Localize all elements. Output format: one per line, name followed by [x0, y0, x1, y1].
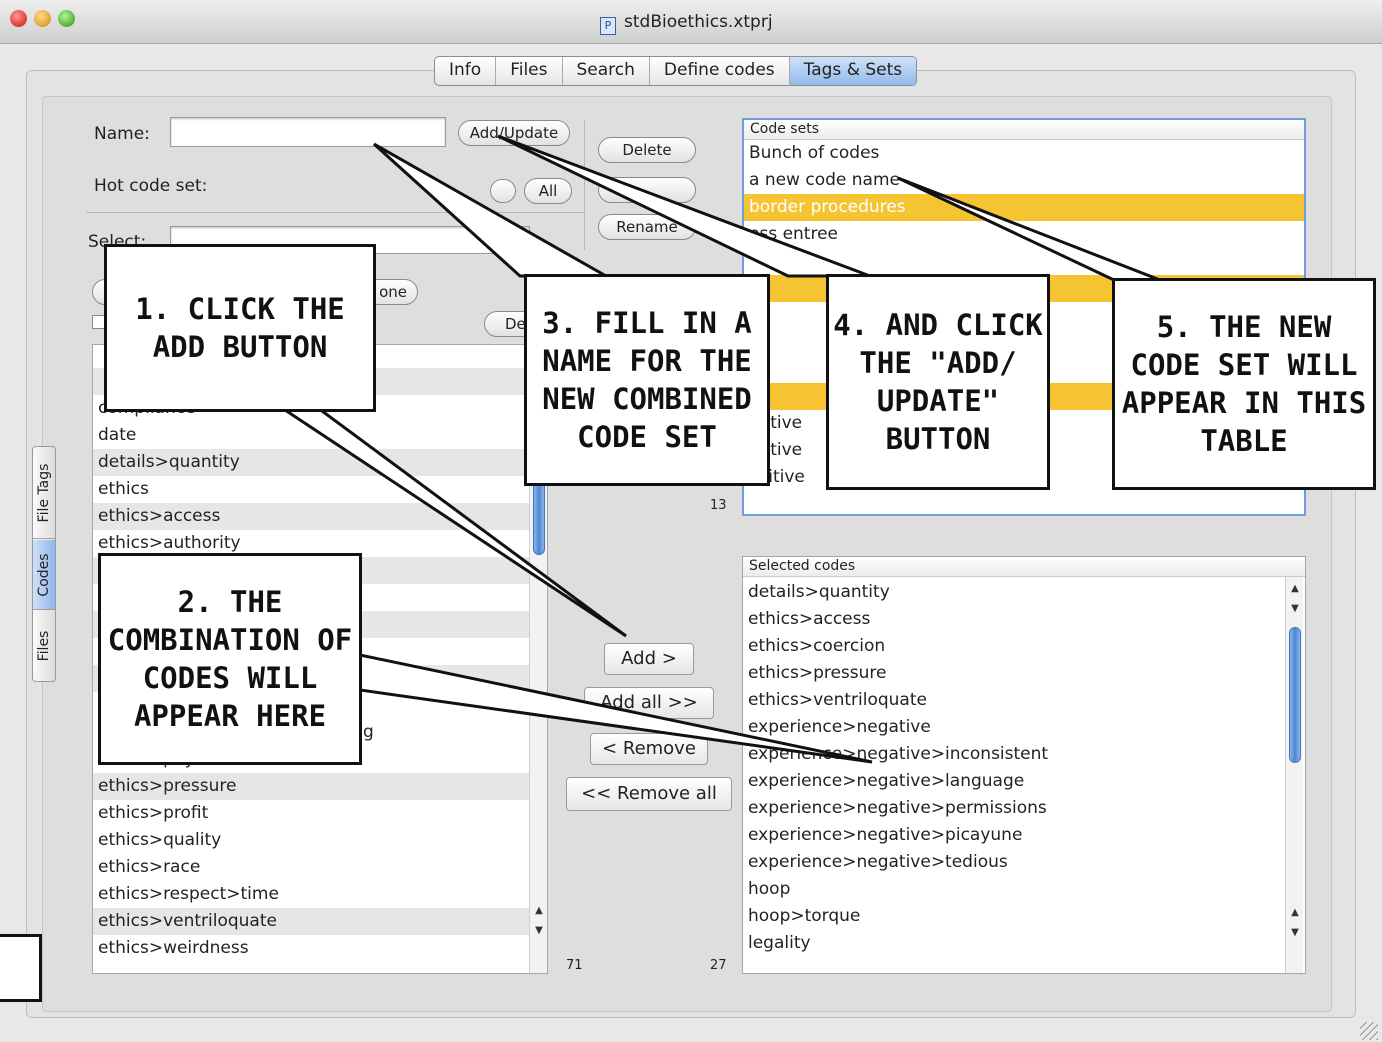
rename-button[interactable]: Rename: [598, 214, 696, 240]
table-row[interactable]: details>quantity: [743, 579, 1283, 606]
side-tab-codes-label: Codes: [36, 552, 52, 597]
table-row[interactable]: experience>negative>picayune: [743, 822, 1283, 849]
remove-all-button[interactable]: << Remove all: [566, 777, 732, 811]
tab-bar: Info Files Search Define codes Tags & Se…: [434, 56, 918, 86]
selected-codes-rows: details>quantity ethics>access ethics>co…: [743, 579, 1283, 957]
table-row[interactable]: [744, 248, 1304, 275]
scroll-up-icon[interactable]: ▲: [1286, 907, 1304, 923]
callout-3-text: 3. FILL IN A NAME FOR THE NEW COMBINED C…: [542, 306, 752, 454]
table-row[interactable]: hoop>torque: [743, 903, 1283, 930]
table-row[interactable]: experience>negative>permissions: [743, 795, 1283, 822]
callout-2-text: 2. THE COMBINATION OF CODES WILL APPEAR …: [107, 585, 353, 733]
callout-fragment: [0, 934, 42, 1002]
callout-4: 4. AND CLICK THE "ADD/ UPDATE" BUTTON: [826, 274, 1050, 490]
code-sets-count: 13: [710, 498, 727, 513]
scroll-thumb[interactable]: [1289, 627, 1301, 763]
add-update-button[interactable]: Add/Update: [458, 120, 570, 146]
table-row[interactable]: ethics>ventriloquate: [93, 908, 529, 935]
code-sets-header: Code sets: [744, 120, 1304, 140]
scroll-thumb[interactable]: [533, 475, 545, 555]
callout-2: 2. THE COMBINATION OF CODES WILL APPEAR …: [98, 553, 362, 765]
divider-vertical: [584, 120, 585, 250]
side-tab-files-label: Files: [36, 630, 52, 662]
clear-hot-set-button[interactable]: [490, 179, 516, 203]
table-row[interactable]: ethics>access: [93, 503, 529, 530]
table-row[interactable]: legality: [743, 930, 1283, 957]
selected-codes-header: Selected codes: [743, 557, 1305, 577]
scroll-down-icon[interactable]: ▼: [1286, 927, 1304, 943]
table-row[interactable]: ethics>pressure: [93, 773, 529, 800]
table-row[interactable]: hoop: [743, 876, 1283, 903]
table-row[interactable]: ethics>weirdness: [93, 935, 529, 962]
side-tab-bar: File Tags Codes Files: [32, 446, 56, 682]
table-row[interactable]: Bunch of codes: [744, 140, 1304, 167]
table-row[interactable]: ethics>ventriloquate: [743, 687, 1283, 714]
title-bar: PstdBioethics.xtprj: [0, 0, 1382, 44]
selected-codes-count: 27: [710, 958, 727, 973]
side-tab-codes[interactable]: Codes: [33, 540, 55, 610]
all-button[interactable]: All: [524, 178, 572, 204]
scroll-up-icon[interactable]: ▲: [530, 905, 547, 921]
tab-tags-sets[interactable]: Tags & Sets: [789, 57, 917, 85]
remove-button[interactable]: < Remove: [590, 733, 708, 765]
window-title: PstdBioethics.xtprj: [600, 12, 773, 35]
tab-files[interactable]: Files: [496, 57, 563, 85]
resize-grip-icon[interactable]: [1360, 1022, 1378, 1040]
tab-info[interactable]: Info: [435, 57, 497, 85]
table-row[interactable]: experience>negative>language: [743, 768, 1283, 795]
callout-5: 5. THE NEW CODE SET WILL APPEAR IN THIS …: [1112, 278, 1376, 490]
add-button[interactable]: Add >: [604, 643, 694, 675]
scroll-down-icon[interactable]: ▼: [1286, 603, 1304, 619]
table-row[interactable]: experience>negative>tedious: [743, 849, 1283, 876]
side-tab-files[interactable]: Files: [33, 611, 55, 681]
hot-code-set-label: Hot code set:: [94, 176, 208, 196]
scroll-down-icon[interactable]: ▼: [530, 925, 547, 941]
name-input[interactable]: [170, 117, 446, 147]
table-row[interactable]: ethics>pressure: [743, 660, 1283, 687]
callout-4-text: 4. AND CLICK THE "ADD/ UPDATE" BUTTON: [833, 308, 1043, 456]
table-row[interactable]: ethics>coercion: [743, 633, 1283, 660]
zoom-button[interactable]: [58, 10, 75, 27]
table-row[interactable]: ethics>access: [743, 606, 1283, 633]
side-tab-file-tags[interactable]: File Tags: [33, 447, 55, 539]
duplicate-button[interactable]: [598, 177, 696, 203]
table-row[interactable]: ethics>race: [93, 854, 529, 881]
table-row[interactable]: ethics>quality: [93, 827, 529, 854]
side-tab-file-tags-label: File Tags: [36, 463, 52, 522]
selected-codes-table[interactable]: Selected codes details>quantity ethics>a…: [742, 556, 1306, 974]
all-codes-count: 71: [566, 958, 583, 973]
scroll-up-icon[interactable]: ▲: [1286, 583, 1304, 599]
delete-button[interactable]: Delete: [598, 137, 696, 163]
table-row[interactable]: details>quantity: [93, 449, 529, 476]
table-row[interactable]: ethics: [93, 476, 529, 503]
window-title-text: stdBioethics.xtprj: [624, 12, 773, 32]
table-row[interactable]: ess entree: [744, 221, 1304, 248]
name-label: Name:: [94, 124, 150, 144]
table-row[interactable]: experience>negative>inconsistent: [743, 741, 1283, 768]
table-row[interactable]: ethics>respect>time: [93, 881, 529, 908]
table-row[interactable]: ethics>profit: [93, 800, 529, 827]
selected-codes-scrollbar[interactable]: ▲ ▼ ▲ ▼: [1285, 577, 1303, 973]
tab-search[interactable]: Search: [563, 57, 650, 85]
tab-define-codes[interactable]: Define codes: [650, 57, 790, 85]
callout-1-text: 1. CLICK THE ADD BUTTON: [135, 292, 345, 364]
table-row[interactable]: experience>negative: [743, 714, 1283, 741]
table-row[interactable]: date: [93, 422, 529, 449]
callout-1: 1. CLICK THE ADD BUTTON: [104, 244, 376, 412]
minimize-button[interactable]: [34, 10, 51, 27]
callout-3: 3. FILL IN A NAME FOR THE NEW COMBINED C…: [524, 274, 770, 486]
close-button[interactable]: [10, 10, 27, 27]
divider: [86, 212, 584, 213]
table-row[interactable]: border procedures: [744, 194, 1304, 221]
table-row[interactable]: a new code name: [744, 167, 1304, 194]
document-icon: P: [600, 17, 616, 35]
callout-5-text: 5. THE NEW CODE SET WILL APPEAR IN THIS …: [1121, 310, 1367, 458]
add-all-button[interactable]: Add all >>: [584, 687, 714, 719]
